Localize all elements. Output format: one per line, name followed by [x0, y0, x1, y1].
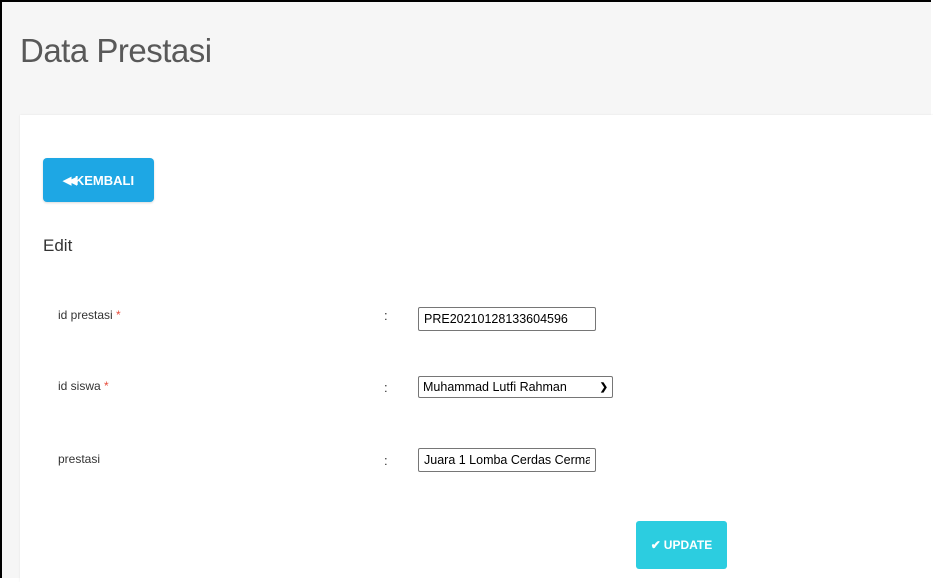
form-card: ◀◀ KEMBALI Edit id prestasi * : id siswa…: [20, 115, 933, 582]
id-siswa-label: id siswa *: [58, 379, 109, 393]
id-prestasi-input[interactable]: [418, 307, 596, 331]
required-marker: *: [104, 379, 109, 393]
id-prestasi-label: id prestasi *: [58, 308, 121, 322]
colon-separator: :: [384, 380, 388, 395]
prestasi-label-text: prestasi: [58, 452, 101, 466]
id-prestasi-label-text: id prestasi: [58, 308, 113, 322]
id-siswa-selected-value: Muhammad Lutfi Rahman: [423, 380, 567, 394]
section-title: Edit: [43, 236, 73, 255]
prestasi-input[interactable]: [418, 448, 596, 472]
id-siswa-label-text: id siswa: [58, 379, 101, 393]
back-button-label: KEMBALI: [74, 172, 135, 188]
check-icon: ✔: [650, 538, 661, 552]
colon-separator: :: [384, 453, 388, 468]
id-siswa-select[interactable]: Muhammad Lutfi Rahman ❯: [418, 376, 613, 398]
required-marker: *: [116, 308, 121, 322]
update-button[interactable]: ✔ UPDATE: [636, 521, 727, 569]
double-chevron-left-icon: ◀◀: [62, 174, 77, 187]
prestasi-label: prestasi: [58, 452, 100, 466]
back-button[interactable]: ◀◀ KEMBALI: [43, 158, 154, 202]
chevron-down-icon: ❯: [599, 381, 608, 393]
page-frame: Data Prestasi ◀◀ KEMBALI Edit id prestas…: [0, 0, 933, 582]
page-title: Data Prestasi: [20, 32, 212, 69]
colon-separator: :: [384, 308, 388, 323]
update-button-label: UPDATE: [663, 538, 713, 552]
